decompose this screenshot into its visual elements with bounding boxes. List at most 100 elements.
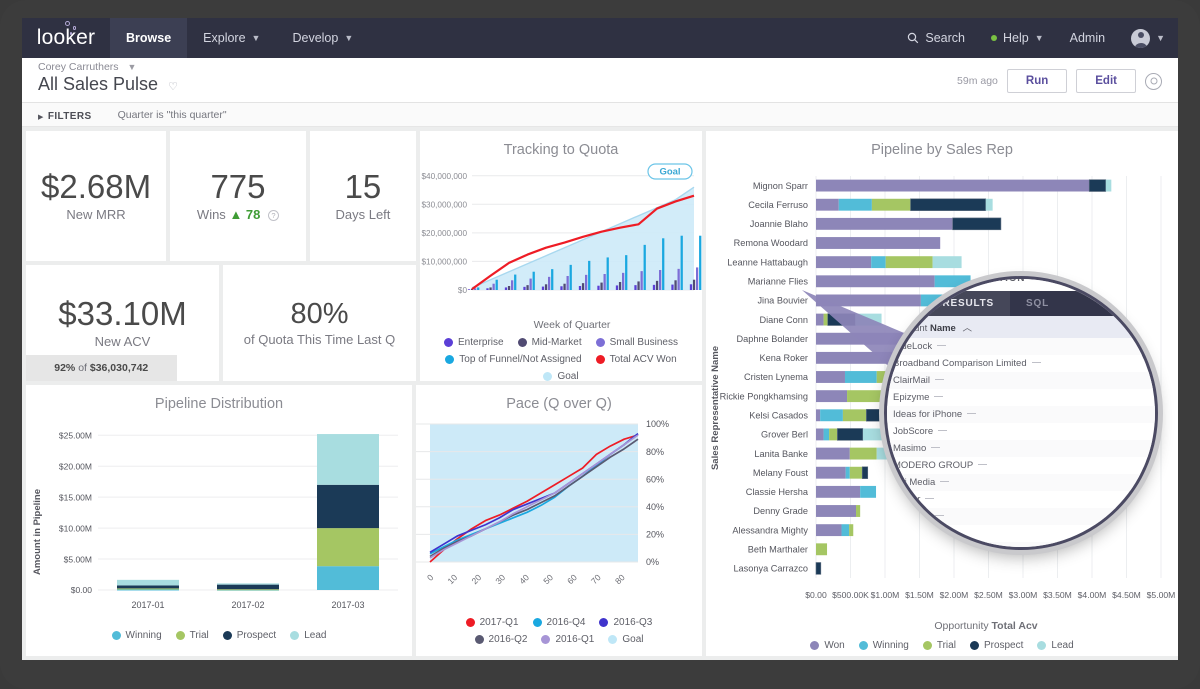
legend-item[interactable]: Lead [290,630,326,641]
tab-sql[interactable]: SQL [1010,291,1065,316]
top-navigation-bar: looker Browse Explore ▼ Develop ▼ Search [22,18,1178,58]
svg-text:$40,000,000: $40,000,000 [421,172,467,181]
legend-item[interactable]: 2016-Q4 [532,617,585,628]
kpi-tile-days-left[interactable]: 15 Days Left [309,131,416,261]
legend-item[interactable]: Won [810,640,845,651]
tile-pace-q-over-q[interactable]: Pace (Q over Q) 0% 20% 40% 60% 80% 100% 0 10 20… [416,385,702,656]
row-actions-icon[interactable] [941,549,950,550]
nav-item-help[interactable]: Help ▼ [978,18,1057,58]
table-row[interactable]: 4EpizymeLe [887,389,1155,406]
table-row[interactable]: 11Scanbuy [887,508,1155,525]
table-row[interactable]: 5Ideas for iPhoneLea [887,406,1155,423]
cell-account-name: Broadband Comparison Limited [893,358,1155,369]
legend-item[interactable]: Trial [175,630,209,641]
legend-item[interactable]: Prospect [222,630,276,641]
table-row[interactable]: 6JobScoreLea [887,423,1155,440]
legend-swatch [810,641,820,650]
sort-asc-icon[interactable]: ︿ [962,323,972,334]
nav-item-develop[interactable]: Develop ▼ [276,18,369,58]
legend-swatch [922,641,932,650]
nav-item-browse[interactable]: Browse [110,18,188,58]
legend-item[interactable]: 2016-Q2 [474,634,527,645]
row-actions-icon[interactable] [934,515,944,516]
kpi-tile-wins[interactable]: 775 Wins ▲ 78 ? [170,131,306,261]
row-actions-icon[interactable] [931,447,941,448]
legend-label: Trial [189,630,209,641]
column-header-account-name[interactable]: Account Name ︿ [893,320,1155,334]
tab-results[interactable]: RESULTS [926,291,1011,316]
svg-text:Goal: Goal [659,167,680,178]
row-actions-icon[interactable] [967,413,977,414]
row-actions-icon[interactable] [940,481,950,482]
legend-label: Winning [872,640,909,651]
nav-item-admin[interactable]: Admin [1057,18,1118,58]
table-row[interactable]: 12Skilto [887,525,1155,542]
row-actions-icon[interactable] [1031,362,1041,363]
edit-button[interactable]: Edit [1076,69,1136,93]
legend-item[interactable]: Top of Funnel/Not Assigned [445,354,582,365]
svg-text:Amount in Pipeline: Amount in Pipeline [32,489,43,575]
table-row[interactable]: 9Phi MediaL [887,474,1155,491]
legend-item[interactable]: Mid-Market [517,337,582,348]
legend-item[interactable]: Lead [1037,640,1074,651]
nav-item-explore[interactable]: Explore ▼ [187,18,276,58]
table-row[interactable]: 13STANDS4 [887,542,1155,550]
chart-legend: Winning Trial Prospect Lead [26,630,412,641]
legend-item[interactable]: Goal [543,371,579,382]
legend-item[interactable]: Small Business [595,337,678,348]
run-button[interactable]: Run [1006,69,1068,93]
svg-text:Kelsi Casados: Kelsi Casados [749,410,808,420]
table-row[interactable]: 1BlueLock [887,338,1155,355]
gear-icon[interactable] [1145,72,1162,90]
kpi-progress-pct: 92% [54,362,76,374]
filters-bar[interactable]: ▶ FILTERS Quarter is "this quarter" [22,103,1178,127]
table-row[interactable]: 8MODERO GROUPLe [887,457,1155,474]
looker-logo[interactable]: looker [22,18,110,58]
row-actions-icon[interactable] [934,379,944,380]
legend-item[interactable]: Winning [111,630,162,641]
legend-item[interactable]: 2016-Q3 [599,617,652,628]
kpi-value: 15 [344,167,382,205]
row-actions-icon[interactable] [938,430,948,431]
legend-item[interactable]: Prospect [969,640,1023,651]
legend-swatch [595,355,605,364]
lens-tab-bar: DATA RESULTS SQL [887,291,1155,316]
dashboard-bottom-row: Pipeline Distribution $0.00 $5.00M $10.00M… [26,385,702,656]
row-actions-icon[interactable] [937,345,947,346]
legend-item[interactable]: Goal [608,634,643,645]
breadcrumb[interactable]: Corey Carruthers ▼ [38,61,178,73]
svg-text:Remona Woodard: Remona Woodard [734,238,808,248]
magnifier-lens: VISUALIZATION DATA RESULTS SQL Account N… [802,276,1158,550]
svg-text:$20.00M: $20.00M [59,461,92,471]
kpi-tile-new-acv[interactable]: $33.10M New ACV 92% of $36,030,742 [26,265,219,381]
row-actions-icon[interactable] [934,396,944,397]
legend-item[interactable]: 2016-Q1 [541,634,594,645]
kpi-tile-quota-last-q[interactable]: 80% of Quota This Time Last Q [223,265,416,381]
table-row[interactable]: 10Pingar [887,491,1155,508]
goal-badge: Goal [647,163,693,180]
row-actions-icon[interactable] [925,498,935,499]
question-icon[interactable]: ? [268,210,280,222]
expand-triangle-icon[interactable]: ▶ [38,114,43,121]
row-actions-icon[interactable] [978,464,988,465]
user-menu[interactable]: ▼ [1118,18,1178,58]
legend-item[interactable]: 2017-Q1 [465,617,519,628]
kpi-tile-new-mrr[interactable]: $2.68M New MRR [26,131,167,261]
tile-pipeline-distribution[interactable]: Pipeline Distribution $0.00 $5.00M $10.00M… [26,385,412,656]
table-row[interactable]: 7MasimoLea [887,440,1155,457]
svg-text:20: 20 [469,572,483,586]
row-actions-icon[interactable] [921,532,931,533]
nav-item-search[interactable]: Search [894,18,978,58]
tab-data[interactable]: DATA [887,291,927,316]
svg-text:Beth Marthaler: Beth Marthaler [748,544,808,554]
legend-item[interactable]: Trial [922,640,956,651]
legend-item[interactable]: Enterprise [444,337,504,348]
table-row[interactable]: 3ClairMailLe [887,372,1155,389]
heart-icon[interactable]: ♡ [168,81,178,93]
tile-tracking-to-quota[interactable]: Tracking to Quota $0 $10,000,000 $20,000,0… [420,131,702,382]
legend-item[interactable]: Total ACV Won [595,354,677,365]
legend-item[interactable]: Winning [858,640,909,651]
avatar [1131,28,1151,48]
svg-text:0: 0 [425,572,436,583]
table-row[interactable]: 2Broadband Comparison Limited [887,355,1155,372]
